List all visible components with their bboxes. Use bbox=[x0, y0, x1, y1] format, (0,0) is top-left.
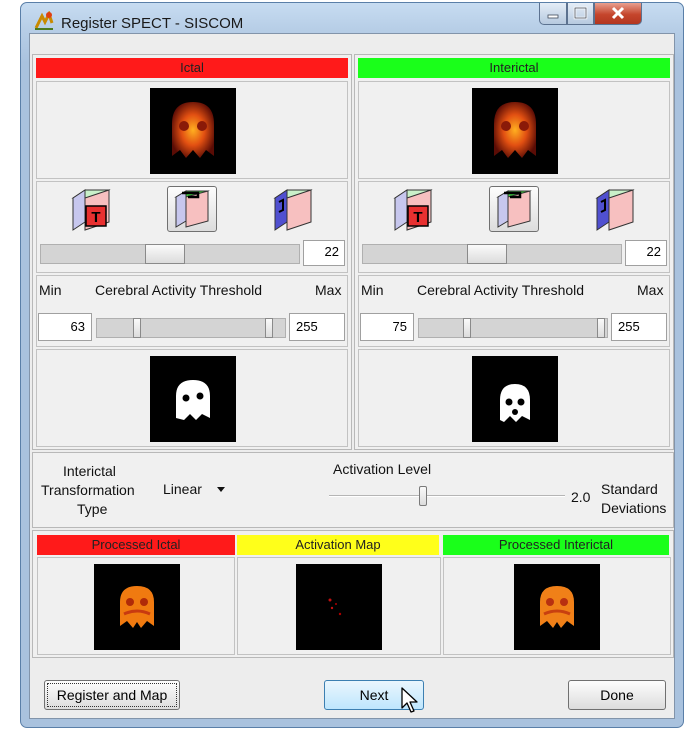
activation-unit-line-1: Standard bbox=[601, 481, 658, 497]
activation-level-value: 2.0 bbox=[571, 489, 591, 505]
title-bar[interactable]: Register SPECT - SISCOM bbox=[21, 3, 683, 35]
transform-type-dropdown[interactable]: Linear bbox=[163, 481, 233, 503]
ictal-slice-slider[interactable] bbox=[40, 244, 300, 264]
ictal-min-label: Min bbox=[39, 282, 62, 298]
ictal-view-box: T 22 bbox=[36, 181, 348, 273]
transform-label-line-2: Transformation bbox=[41, 482, 135, 498]
interictal-max-value[interactable]: 255 bbox=[611, 313, 667, 341]
activation-level-thumb[interactable] bbox=[419, 486, 427, 506]
ictal-slice-slider-thumb[interactable] bbox=[145, 244, 185, 264]
interictal-view-t-button[interactable]: T bbox=[389, 186, 437, 232]
ictal-mask-image bbox=[150, 356, 236, 442]
ictal-threshold-min-thumb[interactable] bbox=[133, 318, 141, 338]
interictal-view-box: T 22 bbox=[358, 181, 670, 273]
activation-map-image bbox=[296, 564, 382, 650]
interictal-slice-slider[interactable] bbox=[362, 244, 622, 264]
interictal-min-value[interactable]: 75 bbox=[360, 313, 414, 341]
minimize-button[interactable] bbox=[539, 3, 567, 25]
view-s-icon bbox=[595, 189, 635, 231]
interictal-threshold-box: Min Cerebral Activity Threshold Max 75 2… bbox=[358, 275, 670, 347]
ictal-max-label: Max bbox=[315, 282, 342, 298]
svg-text:T: T bbox=[413, 209, 422, 226]
interictal-header: Interictal bbox=[358, 58, 670, 78]
view-t-icon: T bbox=[71, 189, 111, 231]
interictal-max-label: Max bbox=[637, 282, 664, 298]
ictal-threshold-max-thumb[interactable] bbox=[265, 318, 273, 338]
processed-ictal-image bbox=[94, 564, 180, 650]
interictal-mask-box bbox=[358, 349, 670, 447]
mouse-cursor-icon bbox=[400, 686, 424, 714]
ictal-panel: Ictal T 22 Min Cerebral Activity Thresho… bbox=[32, 54, 352, 450]
interictal-threshold-title: Cerebral Activity Threshold bbox=[417, 282, 585, 298]
chevron-down-icon bbox=[217, 487, 225, 492]
processed-ictal-header: Processed Ictal bbox=[37, 535, 235, 555]
ictal-mask-box bbox=[36, 349, 348, 447]
view-c-icon bbox=[496, 190, 532, 228]
interictal-panel: Interictal T 22 Min Cerebral Activity Th… bbox=[354, 54, 674, 450]
activation-unit-line-2: Deviations bbox=[601, 500, 667, 516]
ictal-header: Ictal bbox=[36, 58, 348, 78]
activation-level-slider[interactable] bbox=[329, 486, 565, 506]
transform-type-value: Linear bbox=[163, 481, 202, 497]
processed-ictal-box bbox=[37, 557, 235, 655]
window: Register SPECT - SISCOM Ictal T 22 Min C… bbox=[20, 2, 684, 728]
ictal-threshold-title: Cerebral Activity Threshold bbox=[95, 282, 263, 298]
interictal-threshold-min-thumb[interactable] bbox=[463, 318, 471, 338]
ictal-threshold-box: Min Cerebral Activity Threshold Max 63 2… bbox=[36, 275, 348, 347]
ictal-max-value[interactable]: 255 bbox=[289, 313, 345, 341]
ictal-view-c-button[interactable] bbox=[167, 186, 217, 232]
view-s-icon bbox=[273, 189, 313, 231]
interictal-image-box bbox=[358, 81, 670, 179]
ictal-threshold-slider[interactable] bbox=[96, 318, 286, 338]
window-title: Register SPECT - SISCOM bbox=[61, 15, 244, 32]
view-c-icon bbox=[174, 190, 210, 228]
ictal-min-value[interactable]: 63 bbox=[38, 313, 92, 341]
options-panel: Interictal Transformation Type Linear Ac… bbox=[32, 452, 674, 528]
app-logo-icon bbox=[33, 11, 55, 31]
svg-text:T: T bbox=[91, 209, 100, 226]
interictal-threshold-max-thumb[interactable] bbox=[597, 318, 605, 338]
ictal-image-box bbox=[36, 81, 348, 179]
interictal-view-c-button[interactable] bbox=[489, 186, 539, 232]
transform-label-line-1: Interictal bbox=[63, 463, 116, 479]
interictal-threshold-slider[interactable] bbox=[418, 318, 608, 338]
interictal-slice-value[interactable]: 22 bbox=[625, 240, 667, 266]
processed-interictal-header: Processed Interictal bbox=[443, 535, 669, 555]
interictal-view-s-button[interactable] bbox=[591, 186, 639, 232]
close-button[interactable] bbox=[594, 3, 642, 25]
done-button[interactable]: Done bbox=[568, 680, 666, 710]
ictal-view-s-button[interactable] bbox=[269, 186, 317, 232]
interictal-image bbox=[472, 88, 558, 174]
interictal-slice-slider-thumb[interactable] bbox=[467, 244, 507, 264]
results-panel: Processed Ictal Activation Map Processed… bbox=[32, 530, 674, 658]
transform-label-line-3: Type bbox=[77, 501, 108, 517]
ictal-slice-value[interactable]: 22 bbox=[303, 240, 345, 266]
register-and-map-button[interactable]: Register and Map bbox=[44, 680, 180, 710]
activation-map-header: Activation Map bbox=[237, 535, 439, 555]
interictal-mask-image bbox=[472, 356, 558, 442]
interictal-min-label: Min bbox=[361, 282, 384, 298]
client-area: Ictal T 22 Min Cerebral Activity Thresho… bbox=[29, 33, 675, 719]
activation-level-label: Activation Level bbox=[333, 461, 432, 477]
processed-interictal-image bbox=[514, 564, 600, 650]
activation-map-box bbox=[237, 557, 441, 655]
maximize-button[interactable] bbox=[567, 3, 594, 25]
ictal-view-t-button[interactable]: T bbox=[67, 186, 115, 232]
view-t-icon: T bbox=[393, 189, 433, 231]
processed-interictal-box bbox=[443, 557, 671, 655]
ictal-image bbox=[150, 88, 236, 174]
